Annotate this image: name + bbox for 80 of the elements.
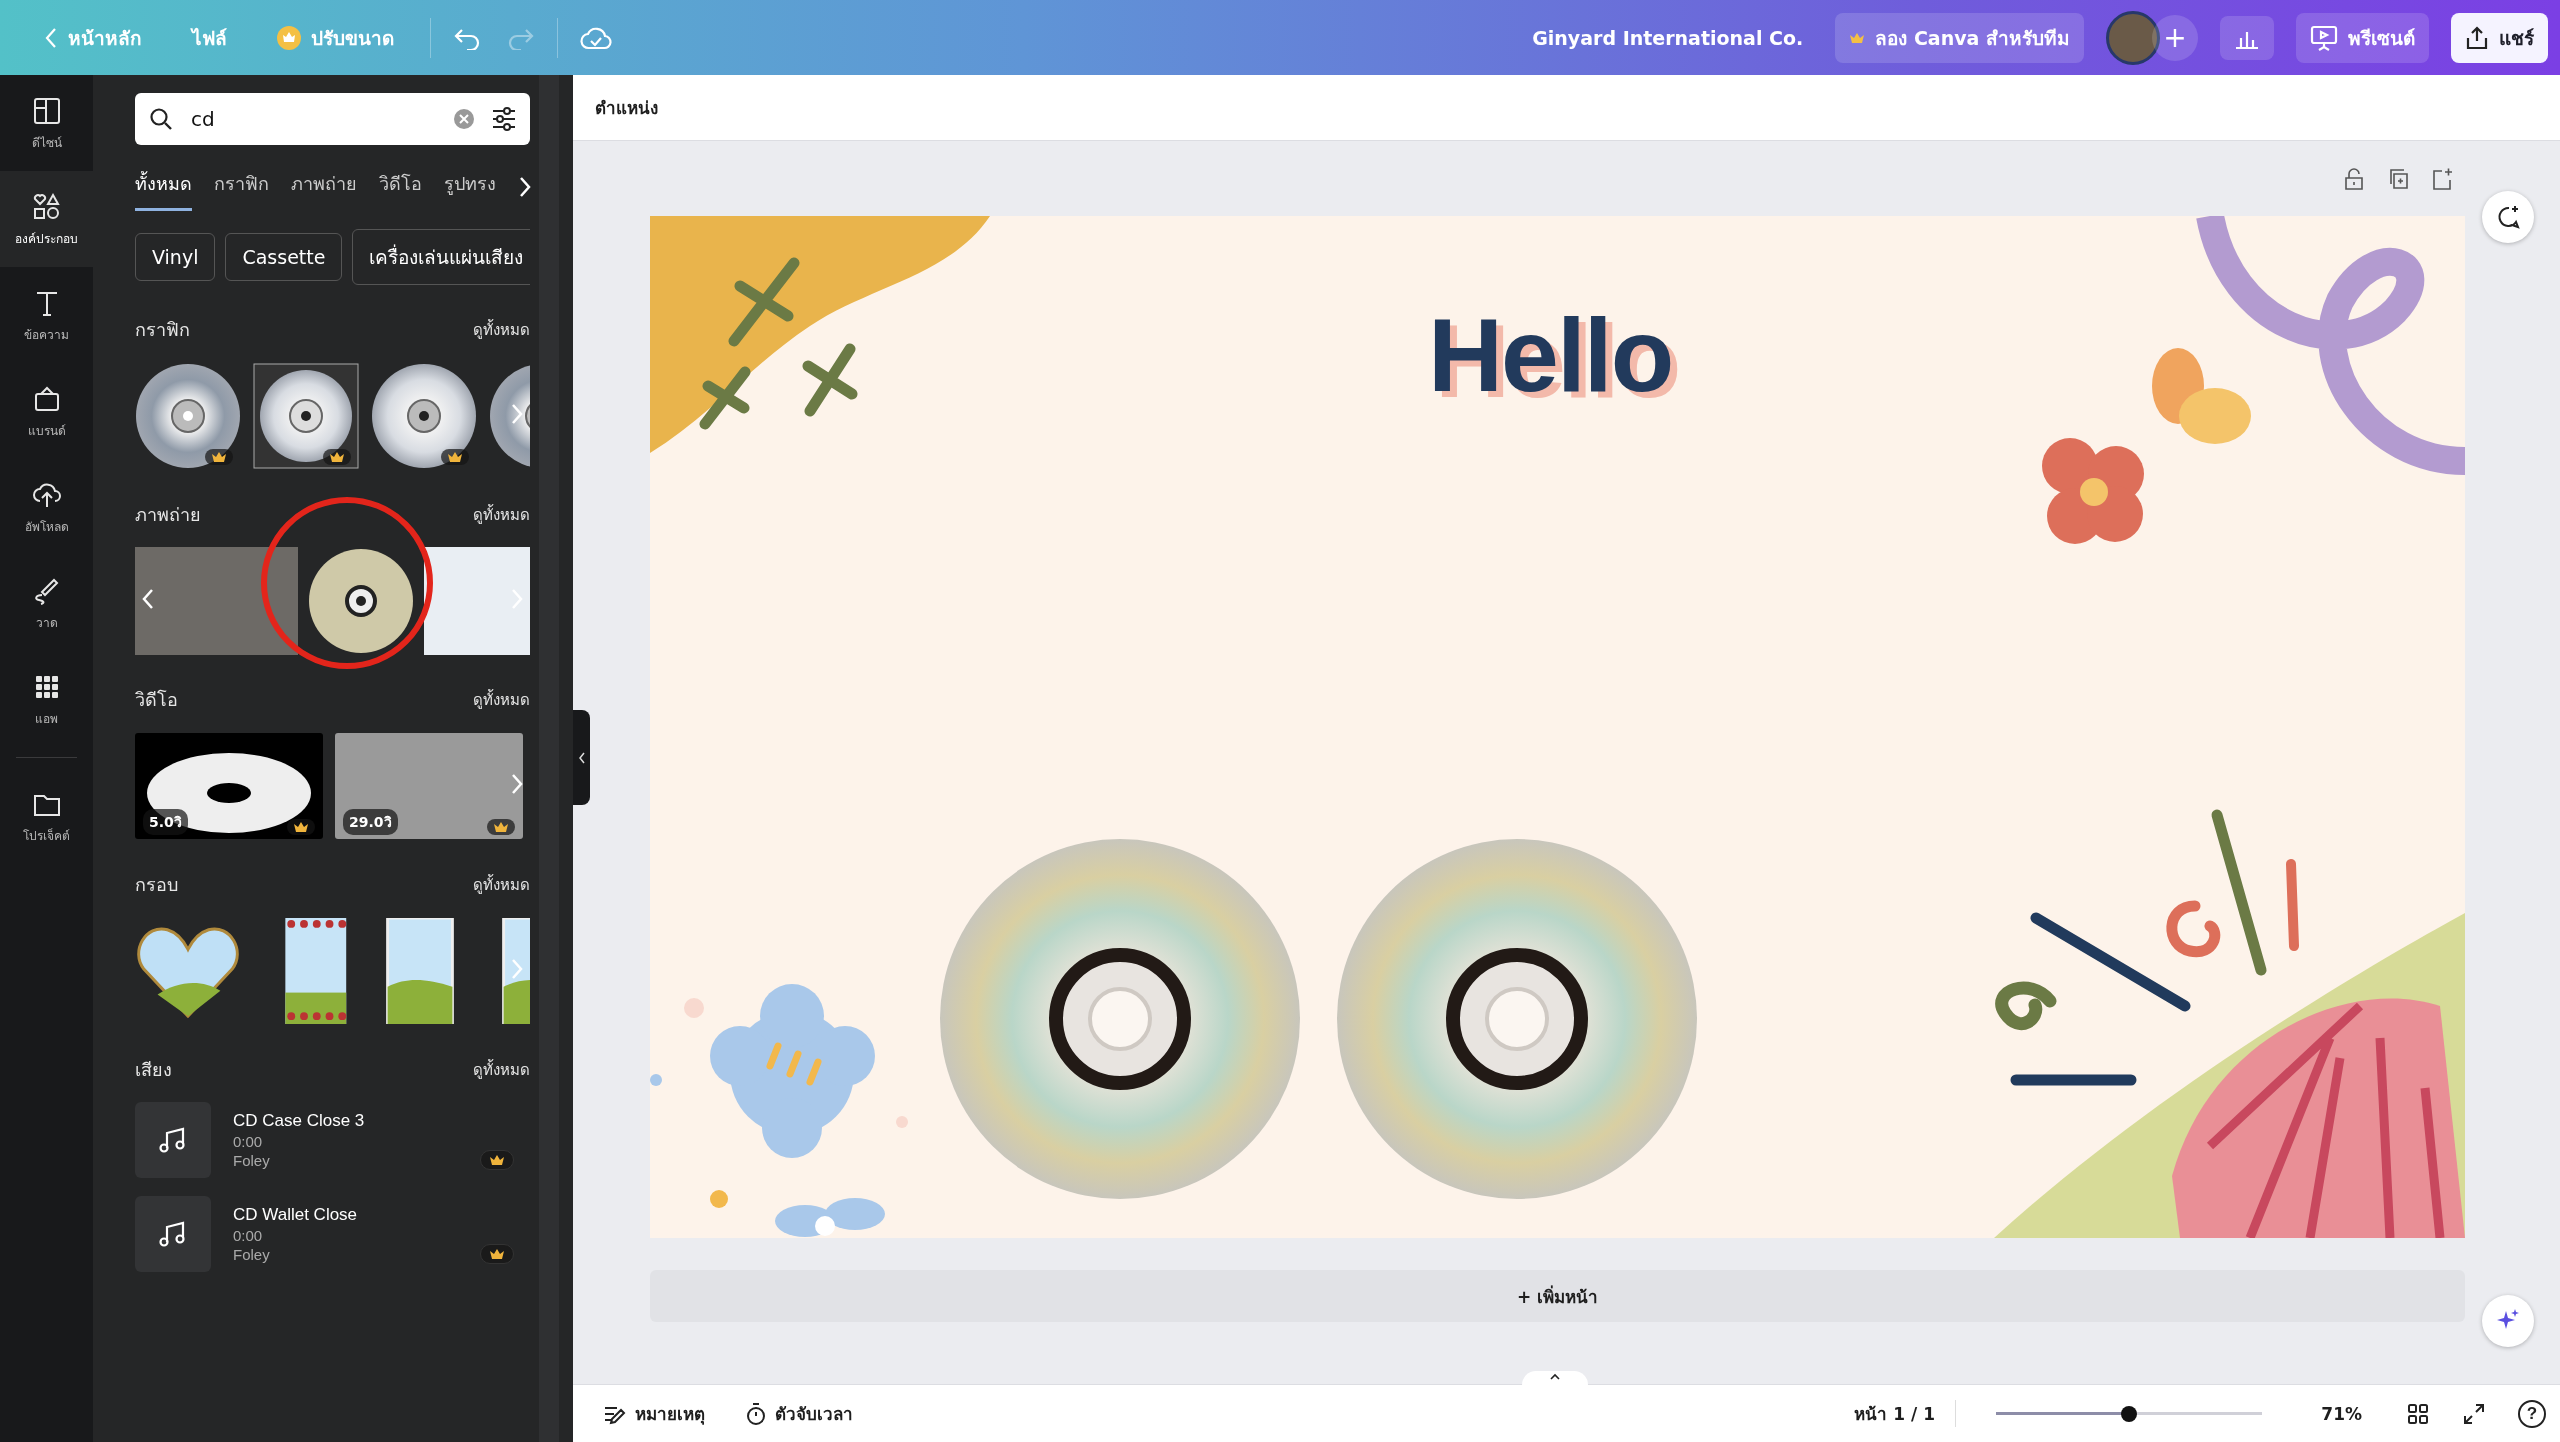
filter-tab[interactable]: ภาพถ่าย xyxy=(291,163,357,211)
back-chevron-icon xyxy=(44,26,58,49)
apps-grid-icon xyxy=(35,675,58,698)
cd-graphic[interactable] xyxy=(253,363,359,469)
notes-button[interactable]: หมายเหตุ xyxy=(603,1400,705,1427)
briefcase-icon xyxy=(34,386,59,411)
audio-thumbnail[interactable] xyxy=(135,1196,211,1272)
insights-button[interactable] xyxy=(2220,15,2274,60)
add-page-icon[interactable] xyxy=(2431,166,2453,191)
slide-title[interactable]: Hello xyxy=(1428,296,1673,415)
timer-button[interactable]: ตัวจับเวลา xyxy=(745,1400,853,1427)
video-thumbnail[interactable]: 5.0วิ xyxy=(135,733,323,839)
section-title: ภาพถ่าย xyxy=(135,503,201,527)
cd-graphic[interactable] xyxy=(371,363,477,469)
cd-graphic[interactable] xyxy=(135,363,241,469)
upload-icon xyxy=(2465,25,2489,50)
scrollbar[interactable] xyxy=(539,75,559,1442)
magic-assistant-button[interactable] xyxy=(2482,1295,2534,1347)
page-counter: หน้า 1 / 1 xyxy=(1854,1400,1956,1427)
add-comment-icon xyxy=(2495,204,2521,230)
shapes-icon xyxy=(33,192,60,219)
sound-category: Foley xyxy=(233,1246,271,1263)
collapse-panel-handle[interactable] xyxy=(573,710,590,805)
see-all-link[interactable]: ดูทั้งหมด xyxy=(473,687,530,712)
duration-badge: 29.0วิ xyxy=(343,809,398,835)
add-member-button[interactable]: + xyxy=(2152,14,2198,61)
sound-title: CD Case Close 3 xyxy=(233,1111,365,1131)
sound-duration: 0:00 xyxy=(233,1133,264,1150)
audio-thumbnail[interactable] xyxy=(135,1102,211,1178)
section-title: กราฟิก xyxy=(135,318,190,342)
stopwatch-icon xyxy=(745,1401,767,1426)
zoom-slider[interactable] xyxy=(1996,1405,2262,1422)
section-title: เสียง xyxy=(135,1058,172,1082)
folder-icon xyxy=(33,794,60,816)
duplicate-icon[interactable] xyxy=(2387,166,2409,191)
sound-title: CD Wallet Close xyxy=(233,1205,358,1225)
filter-tab[interactable]: ทั้งหมด xyxy=(135,163,192,211)
share-button[interactable]: แชร์ xyxy=(2451,12,2548,63)
avatar[interactable] xyxy=(2106,10,2160,65)
comment-button[interactable] xyxy=(2482,191,2534,243)
expand-pages-icon[interactable] xyxy=(1521,1371,1588,1385)
team-name: Ginyard International Co. xyxy=(1532,26,1804,49)
see-all-link[interactable]: ดูทั้งหมด xyxy=(473,872,530,897)
see-all-link[interactable]: ดูทั้งหมด xyxy=(473,317,530,342)
add-page-button[interactable]: + เพิ่มหน้า xyxy=(650,1270,2465,1322)
lock-icon[interactable] xyxy=(2343,166,2365,191)
sound-category: Foley xyxy=(233,1152,271,1169)
clear-icon[interactable] xyxy=(453,108,475,130)
zoom-reading[interactable]: 71% xyxy=(2302,1403,2362,1424)
grid-view-icon[interactable] xyxy=(2406,1401,2430,1426)
cloud-upload-icon xyxy=(32,483,61,508)
search-field[interactable]: cd xyxy=(135,93,530,145)
duration-badge: 5.0วิ xyxy=(143,809,188,835)
video-thumbnail[interactable]: 29.0วิ xyxy=(335,733,523,839)
slide-canvas[interactable]: Hello xyxy=(650,216,2465,1238)
crown-icon xyxy=(1849,31,1866,44)
filter-tab[interactable]: กราฟิก xyxy=(214,163,269,211)
help-button[interactable]: ? xyxy=(2518,1399,2546,1428)
text-icon xyxy=(35,291,58,316)
screen-icon xyxy=(2310,24,2338,51)
suggestion-chip[interactable]: Vinyl xyxy=(135,233,216,281)
layout-icon xyxy=(33,97,60,124)
section-title: วิดีโอ xyxy=(135,688,178,712)
see-all-link[interactable]: ดูทั้งหมด xyxy=(473,502,530,527)
sound-duration: 0:00 xyxy=(233,1227,264,1244)
suggestion-chip[interactable]: Cassette xyxy=(225,233,343,281)
filter-tab[interactable]: วิดีโอ xyxy=(379,163,422,211)
present-button[interactable]: พรีเซนต์ xyxy=(2296,12,2429,63)
pen-icon xyxy=(34,578,58,605)
sidebar-item[interactable]: องค์ประกอบ xyxy=(0,171,93,267)
fullscreen-icon[interactable] xyxy=(2462,1401,2486,1426)
search-icon xyxy=(149,107,173,131)
try-teams-button[interactable]: ลอง Canva สำหรับทีม xyxy=(1835,12,2084,63)
crown-icon xyxy=(277,25,301,50)
see-all-link[interactable]: ดูทั้งหมด xyxy=(473,1057,530,1082)
section-title: กรอบ xyxy=(135,873,178,897)
filter-tab[interactable]: รูปทรง xyxy=(444,163,496,211)
filter-icon[interactable] xyxy=(491,107,517,131)
cloud-check-icon[interactable] xyxy=(580,25,612,50)
position-label[interactable]: ตำแหน่ง xyxy=(595,94,658,121)
